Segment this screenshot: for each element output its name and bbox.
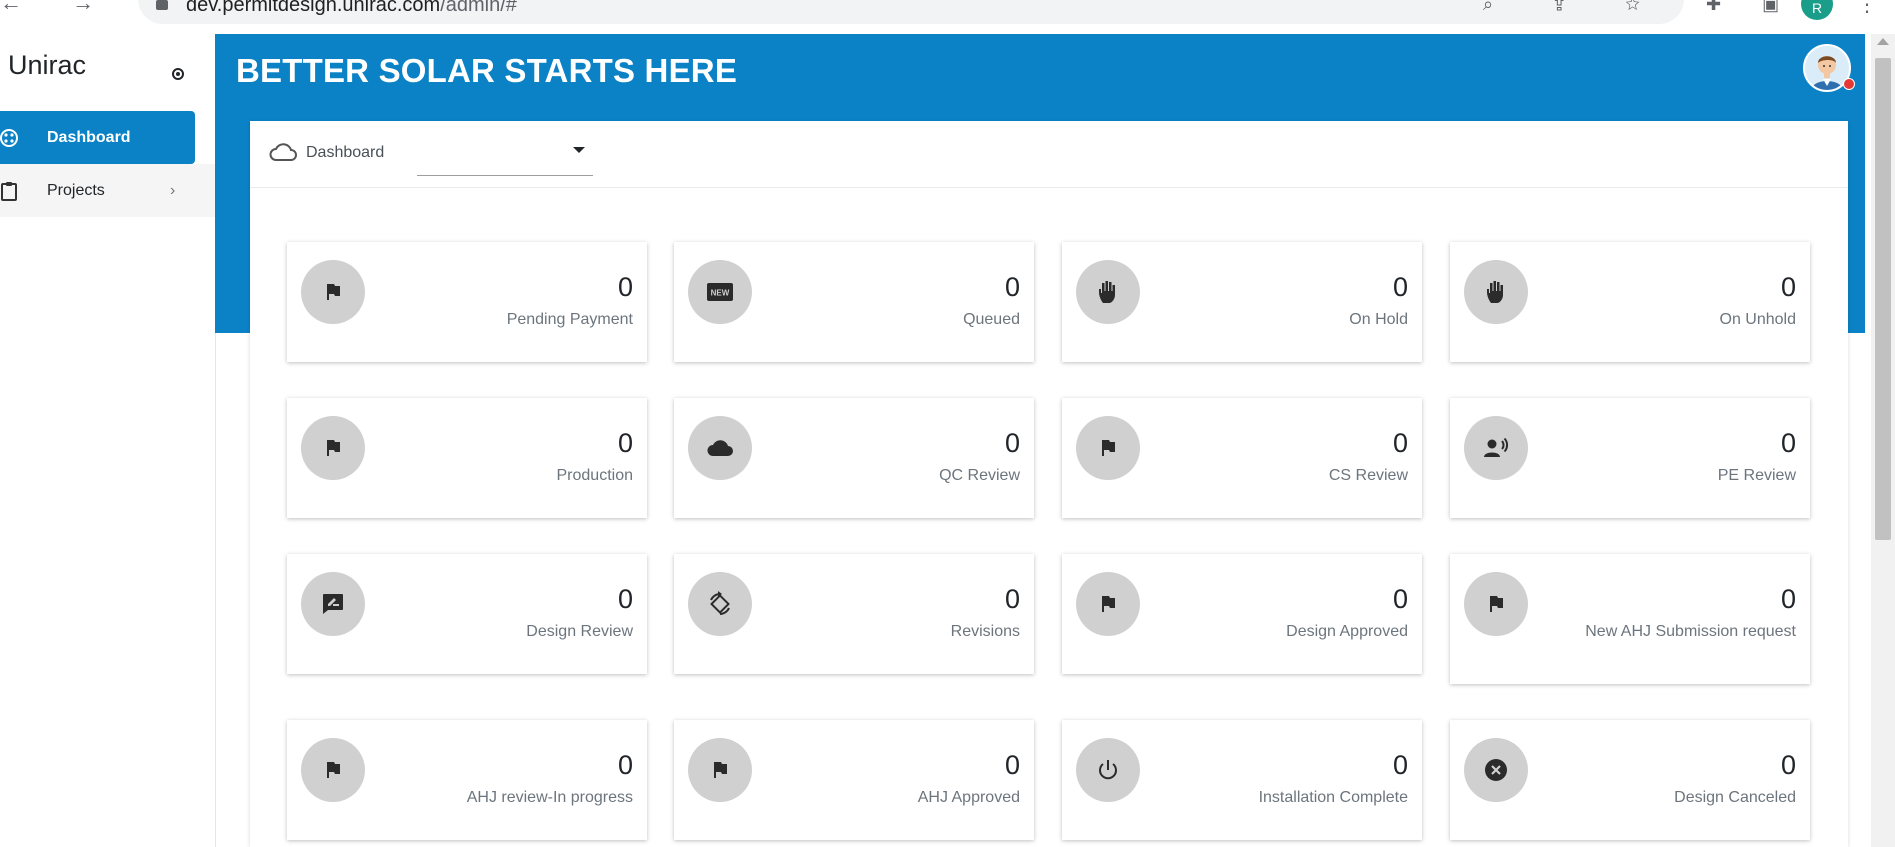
status-card-production[interactable]: 0 Production — [287, 398, 647, 518]
new-badge-icon: NEW — [688, 260, 752, 324]
status-card-pe-review[interactable]: 0 PE Review — [1450, 398, 1810, 518]
panel-header: Dashboard — [250, 121, 1848, 188]
status-card-queued[interactable]: NEW 0 Queued — [674, 242, 1034, 362]
brand-logo-text: Unirac — [8, 50, 87, 80]
browser-menu-icon[interactable]: ⋮ — [1857, 0, 1877, 17]
status-count: 0 — [1780, 272, 1796, 302]
status-count: 0 — [1392, 428, 1408, 458]
status-count: 0 — [1392, 272, 1408, 302]
status-card-new-ahj-submission[interactable]: 0 New AHJ Submission request — [1450, 554, 1810, 684]
hand-icon — [1464, 260, 1528, 324]
status-label: AHJ review-In progress — [466, 789, 633, 806]
omnibox-icons[interactable]: ⌕ ⇪ ☆ — [1483, 0, 1668, 15]
power-icon — [1076, 738, 1140, 802]
notification-dot — [1843, 78, 1855, 90]
scrollbar-thumb[interactable] — [1875, 58, 1891, 540]
sidebar-toggle-icon[interactable] — [172, 68, 184, 80]
status-card-installation-complete[interactable]: 0 Installation Complete — [1062, 720, 1422, 840]
status-label: QC Review — [939, 467, 1020, 484]
status-label: Pending Payment — [506, 311, 633, 328]
scroll-up-arrow-icon[interactable] — [1877, 38, 1889, 45]
flag-icon — [301, 416, 365, 480]
clipboard-icon — [0, 180, 20, 202]
browser-profile-avatar[interactable]: R — [1801, 0, 1833, 20]
url-text[interactable]: dev.permitdesign.unirac.com/admin/# — [186, 0, 517, 17]
svg-text:NEW: NEW — [711, 289, 730, 298]
status-count: 0 — [1780, 584, 1796, 614]
flag-icon — [301, 260, 365, 324]
status-card-design-canceled[interactable]: 0 Design Canceled — [1450, 720, 1810, 840]
address-bar[interactable]: dev.permitdesign.unirac.com/admin/# ⌕ ⇪ … — [138, 0, 1684, 24]
sidebar-item-label: Projects — [47, 181, 105, 199]
status-card-ahj-review-in-progress[interactable]: 0 AHJ review-In progress — [287, 720, 647, 840]
flag-icon — [1076, 416, 1140, 480]
status-label: Installation Complete — [1258, 789, 1408, 806]
browser-toolbar: ← → ↻ dev.permitdesign.unirac.com/admin/… — [0, 0, 1895, 34]
status-label: Production — [556, 467, 634, 484]
status-count: 0 — [1392, 584, 1408, 614]
status-count: 0 — [1004, 584, 1020, 614]
record-voice-icon — [1464, 416, 1528, 480]
status-card-ahj-approved[interactable]: 0 AHJ Approved — [674, 720, 1034, 840]
sidebar-item-projects[interactable]: Projects › — [0, 164, 215, 217]
flag-icon — [1076, 572, 1140, 636]
flag-icon — [1464, 572, 1528, 636]
flag-icon — [688, 738, 752, 802]
sidebar: Unirac Dashboard Projects › — [0, 34, 216, 847]
status-card-revisions[interactable]: 0 Revisions — [674, 554, 1034, 674]
status-label: PE Review — [1717, 467, 1796, 484]
status-card-cs-review[interactable]: 0 CS Review — [1062, 398, 1422, 518]
caret-down-icon — [573, 147, 585, 153]
lock-icon — [156, 0, 168, 10]
dashboard-icon — [0, 127, 20, 149]
status-count: 0 — [1004, 750, 1020, 780]
status-count: 0 — [617, 272, 633, 302]
hand-icon — [1076, 260, 1140, 324]
status-count: 0 — [1780, 428, 1796, 458]
status-count: 0 — [1004, 272, 1020, 302]
sidebar-item-dashboard[interactable]: Dashboard — [0, 111, 195, 164]
breadcrumb: Dashboard — [306, 144, 385, 161]
status-label: Design Review — [526, 623, 633, 640]
dashboard-filter-select[interactable] — [417, 131, 593, 176]
cloud-icon — [688, 416, 752, 480]
status-label: Revisions — [950, 623, 1020, 640]
status-label: New AHJ Submission request — [1585, 623, 1796, 640]
extension-icons[interactable]: ✚ ▣ — [1706, 0, 1797, 15]
status-label: Design Approved — [1286, 623, 1408, 640]
rate-review-icon — [301, 572, 365, 636]
cancel-icon — [1464, 738, 1528, 802]
status-card-design-review[interactable]: 0 Design Review — [287, 554, 647, 674]
status-card-design-approved[interactable]: 0 Design Approved — [1062, 554, 1422, 674]
cloud-outline-icon — [268, 141, 298, 168]
status-label: CS Review — [1328, 467, 1408, 484]
status-count: 0 — [1004, 428, 1020, 458]
status-label: On Unhold — [1719, 311, 1797, 328]
status-count: 0 — [617, 750, 633, 780]
flag-icon — [301, 738, 365, 802]
status-count: 0 — [1780, 750, 1796, 780]
status-label: On Hold — [1349, 311, 1408, 328]
rotate-icon — [688, 572, 752, 636]
status-card-pending-payment[interactable]: 0 Pending Payment — [287, 242, 647, 362]
status-count: 0 — [1392, 750, 1408, 780]
status-card-on-hold[interactable]: 0 On Hold — [1062, 242, 1422, 362]
status-count: 0 — [617, 584, 633, 614]
chevron-right-icon: › — [170, 181, 176, 199]
status-card-qc-review[interactable]: 0 QC Review — [674, 398, 1034, 518]
page-title: BETTER SOLAR STARTS HERE — [236, 52, 738, 89]
status-count: 0 — [617, 428, 633, 458]
status-label: Design Canceled — [1674, 789, 1796, 806]
status-card-on-unhold[interactable]: 0 On Unhold — [1450, 242, 1810, 362]
sidebar-item-label: Dashboard — [47, 128, 131, 146]
status-label: Queued — [963, 311, 1020, 328]
status-label: AHJ Approved — [917, 789, 1020, 806]
